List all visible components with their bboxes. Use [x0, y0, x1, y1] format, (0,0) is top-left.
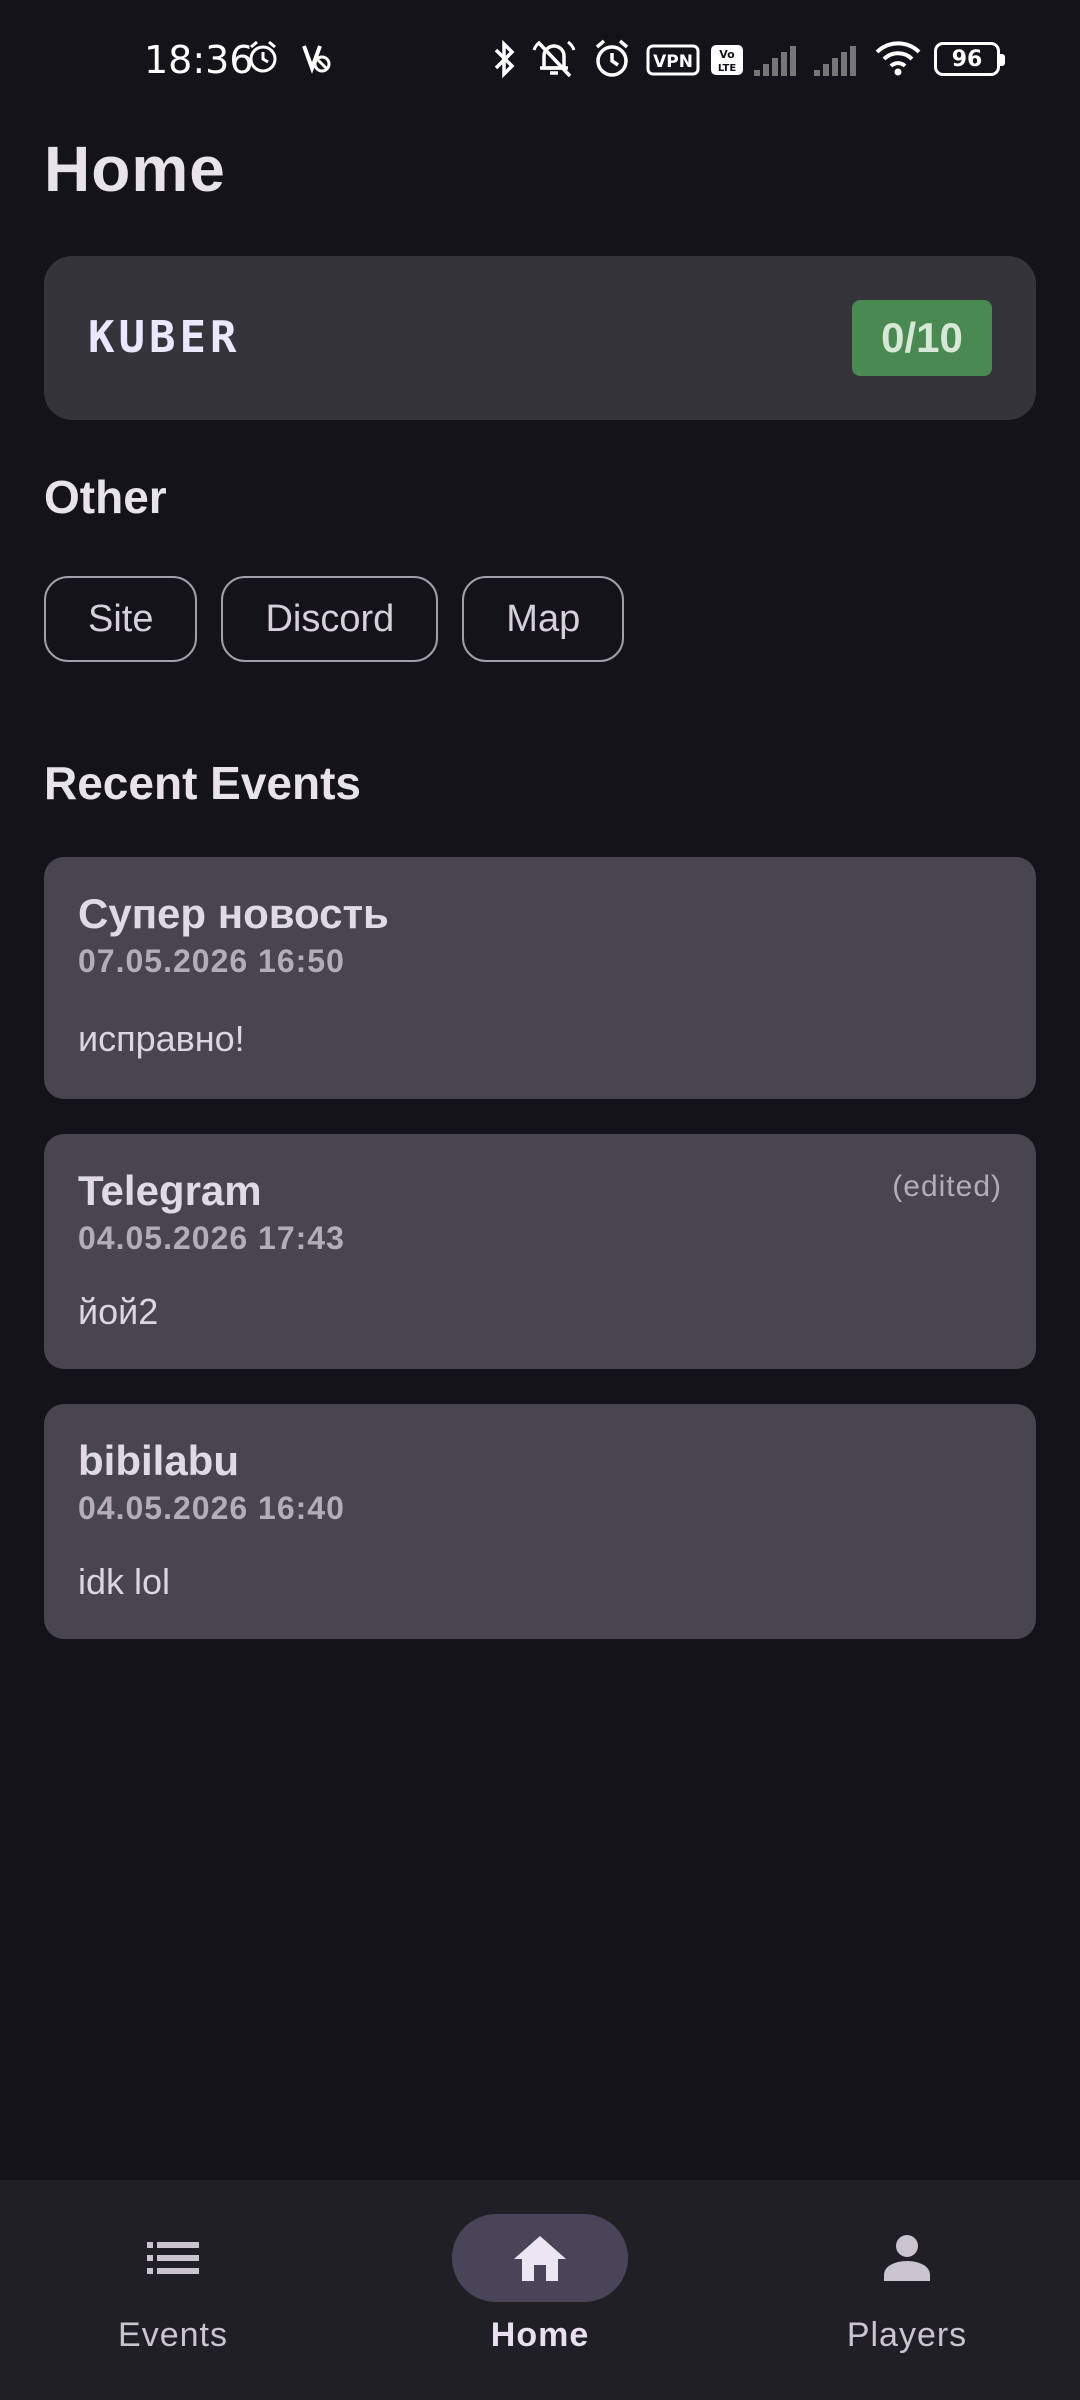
event-card[interactable]: Telegram 04.05.2026 17:43 йой2 (edited) — [44, 1134, 1036, 1369]
nav-item-events[interactable]: Events — [63, 2214, 283, 2364]
status-time: 18:36 — [144, 38, 254, 82]
event-body: idk lol — [78, 1561, 171, 1602]
event-card[interactable]: bibilabu 04.05.2026 16:40 idk lol — [44, 1404, 1036, 1639]
server-logo: KUBER — [88, 312, 241, 363]
event-date: 04.05.2026 17:43 — [78, 1220, 345, 1256]
nav-item-home[interactable]: Home — [430, 2214, 650, 2364]
vpn-icon: VPN — [646, 44, 700, 90]
other-links: Site Discord Map — [44, 576, 625, 662]
home-screen: 18:36 VPN Vo LTE 96 Home KUBER 0/10 Othe… — [0, 0, 1080, 2400]
signal-icon — [812, 42, 860, 88]
signal-icon — [752, 42, 800, 88]
bluetooth-icon — [490, 38, 520, 84]
list-icon — [85, 2214, 261, 2302]
nav-item-players[interactable]: Players — [797, 2214, 1017, 2364]
svg-text:VPN: VPN — [653, 52, 693, 72]
alarm-icon — [592, 38, 632, 84]
wifi-icon — [874, 40, 922, 86]
home-icon — [452, 2214, 628, 2302]
event-title: Telegram — [78, 1167, 262, 1214]
other-section-title: Other — [44, 471, 167, 523]
server-card[interactable]: KUBER 0/10 — [44, 256, 1036, 420]
svg-text:Vo: Vo — [719, 48, 735, 61]
event-date: 07.05.2026 16:50 — [78, 943, 345, 979]
battery-icon: 96 — [934, 42, 1005, 76]
event-body: йой2 — [78, 1291, 159, 1332]
no-wifi-calling-icon — [298, 38, 334, 84]
page-title: Home — [44, 133, 226, 205]
volte-icon: Vo LTE — [710, 44, 744, 90]
event-card[interactable]: Супер новость 07.05.2026 16:50 исправно! — [44, 857, 1036, 1099]
map-button[interactable]: Map — [462, 576, 625, 662]
person-icon — [819, 2214, 995, 2302]
player-count-badge: 0/10 — [852, 300, 992, 376]
nav-label: Home — [490, 2316, 590, 2354]
event-body: исправно! — [78, 1018, 245, 1059]
edited-label: (edited) — [892, 1170, 1002, 1203]
alarm-icon — [246, 38, 280, 84]
event-title: Супер новость — [78, 890, 389, 937]
event-date: 04.05.2026 16:40 — [78, 1490, 345, 1526]
svg-text:LTE: LTE — [718, 63, 737, 74]
nav-label: Players — [846, 2316, 968, 2354]
bottom-navigation: Events Home Players — [0, 2180, 1080, 2400]
recent-events-title: Recent Events — [44, 757, 362, 809]
status-bar: 18:36 VPN Vo LTE 96 — [0, 0, 1080, 120]
mute-icon — [532, 38, 576, 84]
event-title: bibilabu — [78, 1437, 239, 1484]
nav-label: Events — [118, 2316, 228, 2354]
discord-button[interactable]: Discord — [221, 576, 439, 662]
site-button[interactable]: Site — [44, 576, 198, 662]
